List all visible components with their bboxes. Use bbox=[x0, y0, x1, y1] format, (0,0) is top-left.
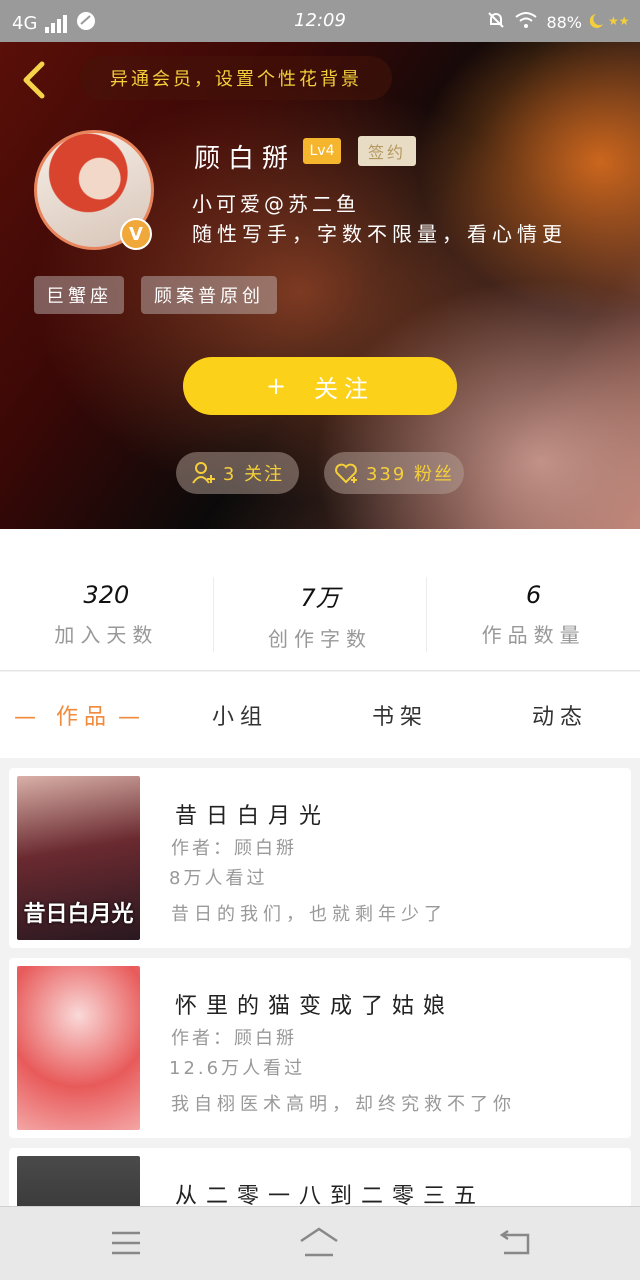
work-reads: 8万人看过 bbox=[169, 868, 268, 889]
work-title: 从二零一八到二零三五 bbox=[175, 1184, 486, 1206]
return-icon bbox=[499, 1229, 530, 1255]
following-count-button[interactable]: 3 关注 bbox=[176, 452, 299, 494]
home-icon bbox=[300, 1227, 338, 1257]
tag-zodiac[interactable]: 巨蟹座 bbox=[34, 276, 124, 314]
back-nav-button[interactable] bbox=[494, 1225, 538, 1261]
work-title: 怀里的猫变成了姑娘 bbox=[175, 994, 455, 1019]
fans-count-button[interactable]: 339 粉丝 bbox=[324, 452, 464, 494]
work-author: 作者：顾白掰 bbox=[171, 838, 297, 859]
stat-label: 加入天数 bbox=[54, 623, 159, 647]
profile-header: 异通会员，设置个性花背景 V 顾白掰 Lv4 签约 小可爱@苏二鱼 随性写手，字… bbox=[0, 42, 640, 529]
stat-work-count: 6 作品数量 bbox=[427, 577, 640, 652]
list-item[interactable]: 怀里的猫变成了姑娘 作者：顾白掰 12.6万人看过 我自栩医术高明，却终究救不了… bbox=[9, 958, 631, 1138]
stat-label: 作品数量 bbox=[481, 623, 586, 647]
works-list: 昔日白月光 昔日白月光 作者：顾白掰 8万人看过 昔日的我们，也就剩年少了 怀里… bbox=[0, 758, 640, 1206]
menu-button[interactable] bbox=[104, 1225, 148, 1261]
home-button[interactable] bbox=[297, 1225, 341, 1261]
following-count: 3 关注 bbox=[222, 464, 285, 485]
work-author: 作者：顾白掰 bbox=[171, 1028, 297, 1049]
stat-value: 6 bbox=[526, 581, 542, 609]
mute-icon bbox=[486, 10, 506, 34]
stat-label: 创作字数 bbox=[268, 626, 372, 651]
tab-activity[interactable]: 动态 bbox=[480, 699, 640, 731]
tab-bookshelf[interactable]: 书架 bbox=[320, 699, 480, 731]
stat-value: 320 bbox=[83, 581, 130, 609]
work-description: 昔日的我们，也就剩年少了 bbox=[171, 904, 447, 925]
tab-groups[interactable]: 小组 bbox=[160, 699, 320, 731]
menu-icon bbox=[112, 1231, 140, 1255]
fans-count: 339 粉丝 bbox=[365, 464, 455, 485]
user-name: 顾白掰 bbox=[194, 144, 297, 174]
user-bio: 随性写手，字数不限量，看心情更 bbox=[192, 222, 567, 246]
stat-join-days: 320 加入天数 bbox=[0, 577, 214, 652]
chevron-left-icon bbox=[23, 61, 45, 99]
battery-label: 88% bbox=[546, 12, 582, 32]
book-cover: 昔日白月光 bbox=[17, 776, 140, 940]
add-user-icon bbox=[192, 462, 215, 484]
work-description: 我自栩医术高明，却终究救不了你 bbox=[171, 1094, 516, 1115]
heart-plus-icon bbox=[335, 463, 357, 484]
list-item[interactable]: 从二零一八到二零三五 bbox=[9, 1148, 631, 1206]
user-subtitle: 小可爱@苏二鱼 bbox=[192, 192, 360, 216]
profile-tabs: 作品 小组 书架 动态 bbox=[0, 672, 640, 758]
tab-works[interactable]: 作品 bbox=[0, 699, 160, 731]
signed-badge: 签约 bbox=[358, 136, 416, 166]
work-title: 昔日白月光 bbox=[175, 804, 331, 829]
wifi-icon bbox=[514, 11, 538, 33]
back-button[interactable] bbox=[18, 60, 50, 100]
book-cover bbox=[17, 1156, 140, 1206]
vip-background-banner[interactable]: 异通会员，设置个性花背景 bbox=[80, 56, 392, 100]
stat-value: 7万 bbox=[300, 583, 340, 612]
stats-row: 320 加入天数 7万 创作字数 6 作品数量 bbox=[0, 529, 640, 671]
svg-text:★★: ★★ bbox=[608, 14, 630, 28]
status-bar: 4G 12:09 88% ★★ bbox=[0, 0, 640, 42]
battery-icon: ★★ bbox=[589, 10, 630, 34]
level-badge: Lv4 bbox=[303, 138, 341, 164]
stat-word-count: 7万 创作字数 bbox=[214, 577, 428, 652]
work-reads: 12.6万人看过 bbox=[169, 1058, 306, 1079]
follow-label: 关注 bbox=[314, 374, 375, 403]
list-item[interactable]: 昔日白月光 昔日白月光 作者：顾白掰 8万人看过 昔日的我们，也就剩年少了 bbox=[9, 768, 631, 948]
book-cover bbox=[17, 966, 140, 1130]
tag-original[interactable]: 顾案普原创 bbox=[141, 276, 277, 314]
verified-badge-icon: V bbox=[120, 218, 152, 250]
follow-button[interactable]: + 关注 bbox=[183, 357, 457, 415]
system-nav-bar bbox=[0, 1206, 640, 1280]
cover-title: 昔日白月光 bbox=[23, 902, 134, 927]
plus-icon: + bbox=[265, 372, 293, 400]
